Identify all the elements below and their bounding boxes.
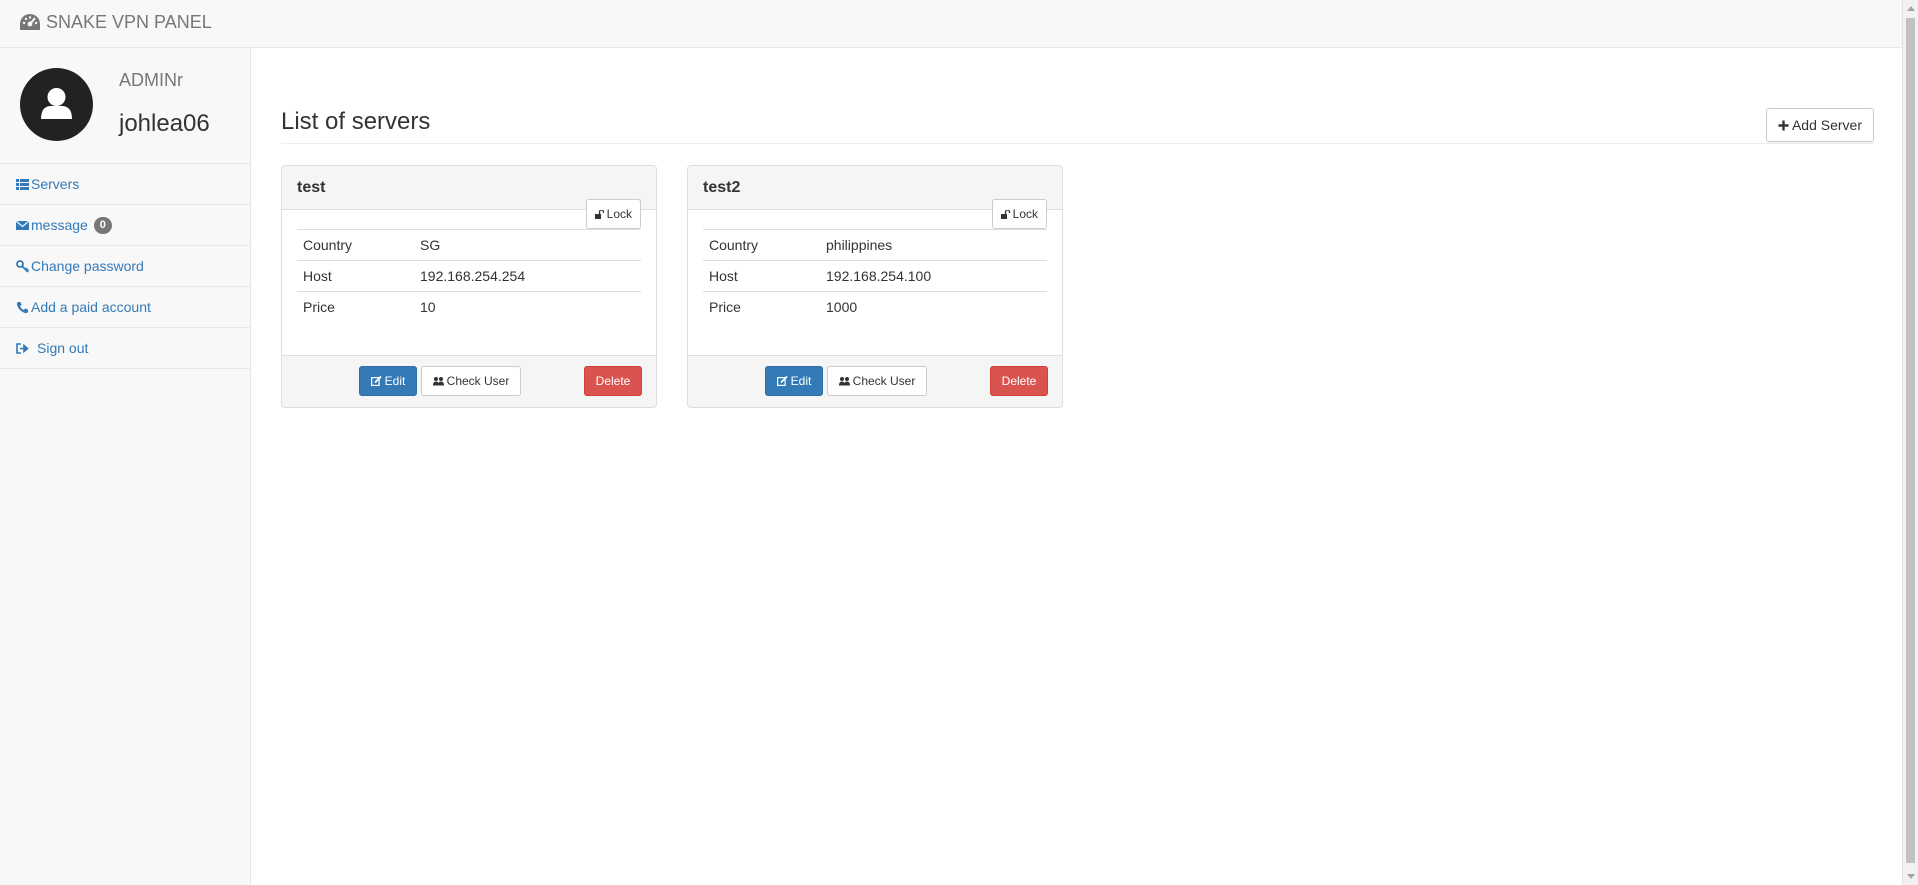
sidebar-item-label: Sign out bbox=[37, 340, 89, 356]
row-key: Host bbox=[297, 260, 414, 292]
users-icon bbox=[432, 377, 444, 386]
edit-button[interactable]: Edit bbox=[765, 366, 823, 396]
avatar bbox=[20, 68, 93, 141]
key-icon bbox=[15, 259, 29, 273]
row-value: 192.168.254.100 bbox=[820, 260, 1047, 292]
server-panel: test2 Lock Country philippines Host 192.… bbox=[687, 165, 1063, 408]
server-info-table: Country philippines Host 192.168.254.100… bbox=[703, 229, 1047, 323]
log-out-icon bbox=[15, 341, 29, 355]
row-value: 10 bbox=[414, 291, 641, 323]
sidebar-item-message[interactable]: message 0 bbox=[0, 205, 251, 246]
scroll-down-arrow-icon[interactable] bbox=[1907, 874, 1915, 879]
add-server-label: Add Server bbox=[1791, 117, 1862, 133]
brand-text: SNAKE VPN PANEL bbox=[46, 11, 212, 32]
panel-footer: Edit Check User Delete bbox=[688, 355, 1062, 407]
phone-icon bbox=[15, 300, 29, 314]
delete-label: Delete bbox=[595, 374, 631, 388]
delete-button[interactable]: Delete bbox=[990, 366, 1048, 396]
row-key: Price bbox=[297, 291, 414, 323]
lock-button[interactable]: Lock bbox=[585, 199, 641, 229]
lock-label: Lock bbox=[1012, 207, 1038, 221]
sidebar-item-label: Add a paid account bbox=[31, 299, 151, 315]
table-row: Host 192.168.254.100 bbox=[703, 260, 1047, 292]
edit-icon bbox=[776, 376, 788, 386]
row-key: Price bbox=[703, 291, 820, 323]
scroll-up-arrow-icon[interactable] bbox=[1907, 6, 1915, 11]
vertical-scrollbar[interactable] bbox=[1902, 0, 1918, 885]
message-count-badge: 0 bbox=[93, 216, 112, 234]
plus-icon bbox=[1778, 120, 1789, 130]
lock-icon bbox=[1000, 209, 1010, 219]
row-value: 1000 bbox=[820, 291, 1047, 323]
edit-button[interactable]: Edit bbox=[359, 366, 417, 396]
delete-button[interactable]: Delete bbox=[584, 366, 642, 396]
sidebar: ADMINr johlea06 Servers message 0 Change… bbox=[0, 48, 251, 885]
server-name: test2 bbox=[703, 178, 741, 196]
sidebar-item-label: Servers bbox=[31, 176, 80, 192]
lock-button[interactable]: Lock bbox=[991, 199, 1047, 229]
dashboard-icon bbox=[20, 14, 40, 30]
panel-footer: Edit Check User Delete bbox=[282, 355, 656, 407]
scrollbar-thumb[interactable] bbox=[1906, 18, 1915, 863]
row-key: Host bbox=[703, 260, 820, 292]
username: johlea06 bbox=[119, 110, 210, 137]
list-icon bbox=[15, 177, 29, 191]
row-key: Country bbox=[703, 229, 820, 261]
delete-label: Delete bbox=[1001, 374, 1037, 388]
lock-icon bbox=[594, 209, 604, 219]
brand[interactable]: SNAKE VPN PANEL bbox=[18, 11, 212, 33]
row-value: philippines bbox=[820, 229, 1047, 261]
page-title: List of servers bbox=[281, 108, 431, 135]
row-value: SG bbox=[414, 229, 641, 261]
table-row: Host 192.168.254.254 bbox=[297, 260, 641, 292]
check-user-button[interactable]: Check User bbox=[827, 366, 927, 396]
sidebar-item-sign-out[interactable]: Sign out bbox=[0, 328, 251, 369]
server-name: test bbox=[297, 178, 326, 196]
edit-label: Edit bbox=[384, 374, 406, 388]
page-header: List of servers Add Server bbox=[281, 98, 1874, 144]
table-row: Country SG bbox=[297, 229, 641, 261]
sidebar-menu: Servers message 0 Change password Add a … bbox=[0, 163, 251, 369]
table-row: Price 10 bbox=[297, 291, 641, 323]
users-icon bbox=[838, 377, 850, 386]
check-user-button[interactable]: Check User bbox=[421, 366, 521, 396]
edit-icon bbox=[370, 376, 382, 386]
server-info-table: Country SG Host 192.168.254.254 Price 10 bbox=[297, 229, 641, 323]
top-navbar: SNAKE VPN PANEL bbox=[0, 0, 1902, 48]
table-row: Country philippines bbox=[703, 229, 1047, 261]
envelope-icon bbox=[15, 218, 29, 232]
user-icon bbox=[41, 88, 72, 119]
add-server-button[interactable]: Add Server bbox=[1765, 108, 1874, 142]
sidebar-item-label: Change password bbox=[31, 258, 144, 274]
row-key: Country bbox=[297, 229, 414, 261]
sidebar-item-add-paid-account[interactable]: Add a paid account bbox=[0, 287, 251, 328]
check-user-label: Check User bbox=[446, 374, 510, 388]
lock-label: Lock bbox=[606, 207, 632, 221]
sidebar-item-servers[interactable]: Servers bbox=[0, 164, 251, 205]
table-row: Price 1000 bbox=[703, 291, 1047, 323]
edit-label: Edit bbox=[790, 374, 812, 388]
sidebar-item-change-password[interactable]: Change password bbox=[0, 246, 251, 287]
server-panel: test Lock Country SG Host 192.168.254.25… bbox=[281, 165, 657, 408]
row-value: 192.168.254.254 bbox=[414, 260, 641, 292]
check-user-label: Check User bbox=[852, 374, 916, 388]
sidebar-item-label: message bbox=[31, 217, 88, 233]
user-role: ADMINr bbox=[119, 70, 183, 90]
